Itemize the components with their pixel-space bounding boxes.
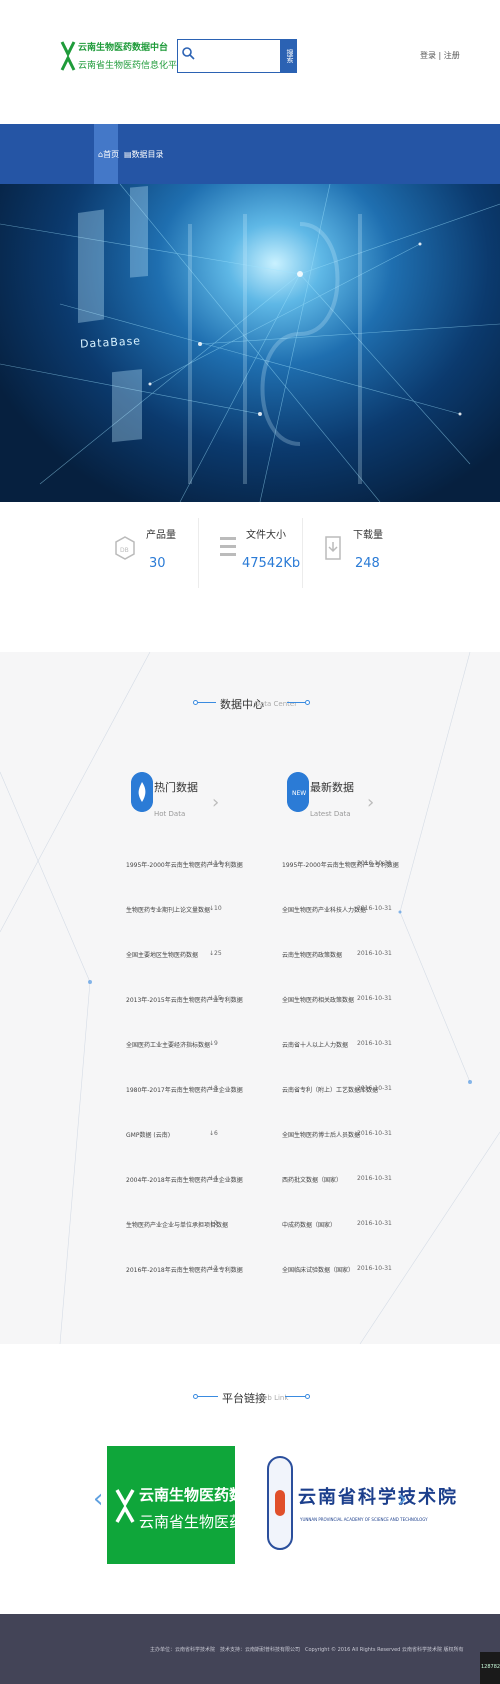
nav-home-label[interactable]: ⌂首页 <box>98 149 119 160</box>
latest-row-date: 2016-10-31 <box>357 1175 392 1182</box>
hot-row-count: ↓10 <box>209 905 222 912</box>
search-input[interactable] <box>196 42 282 72</box>
hot-data-subtitle: Hot Data <box>154 810 186 818</box>
heading-line <box>198 702 216 703</box>
web-link-subtitle: / Web Link <box>252 1394 289 1402</box>
main-nav <box>0 124 500 184</box>
latest-row-date: 2016-10-31 <box>357 860 392 867</box>
hot-row-count: ↓4 <box>209 1175 218 1182</box>
hot-row-name[interactable]: 全国医药工业主要经济指标数据 <box>126 1040 210 1049</box>
latest-row-date: 2016-10-31 <box>357 995 392 1002</box>
login-register-link[interactable]: 登录 | 注册 <box>420 50 460 61</box>
visitor-counter-text: 1287826 <box>481 1664 500 1670</box>
hot-row-count: ↓9 <box>209 1040 218 1047</box>
hot-row-count: ↓2 <box>209 1265 218 1272</box>
new-data-icon: NEW <box>287 772 309 812</box>
link-yunnan-biomed-platform[interactable]: 云南生物医药数据中台 云南省生物医药信息化平台 <box>107 1446 319 1564</box>
latest-row-name[interactable]: 全国生物医药产业科技人力数据 <box>282 905 366 914</box>
hot-row-name[interactable]: 1980年-2017年云南生物医药产业企业数据 <box>126 1085 243 1094</box>
hero-banner: DataBase <box>0 184 500 502</box>
nav-item-data-catalog[interactable]: ▤数据目录 <box>124 149 164 160</box>
hot-row-name[interactable]: 全国主要地区生物医药数据 <box>126 950 198 959</box>
heading-line <box>287 702 305 703</box>
latest-row-name[interactable]: 全国临床试验数据（国家） <box>282 1265 354 1274</box>
logo-subtitle: 云南省生物医药信息化平台 <box>78 61 187 71</box>
stat-value-downloads: 248 <box>355 556 380 571</box>
stat-value-filesize: 47542Kb <box>242 556 301 571</box>
hot-data-title: 热门数据 <box>154 781 198 794</box>
stat-label-filesize: 文件大小 <box>246 530 286 541</box>
hot-row-count: ↓8 <box>209 1085 218 1092</box>
svg-text:NEW: NEW <box>292 790 306 797</box>
hot-row-name[interactable]: 2016年-2018年云南生物医药产业专利数据 <box>126 1265 243 1274</box>
latest-data-more-chevron-icon[interactable]: › <box>367 792 374 813</box>
latest-data-subtitle: Latest Data <box>310 810 351 818</box>
hot-row-count: ↓6 <box>209 1130 218 1137</box>
hot-row-name[interactable]: 1995年-2000年云南生物医药产业专利数据 <box>126 860 243 869</box>
fire-icon <box>131 772 153 812</box>
footer-copyright: 主办单位：云南省科学技术院 技术支持：云南斯耐普科技有限公司 Copyright… <box>150 1647 464 1653</box>
latest-row-name[interactable]: 云南省十人以上人力数据 <box>282 1040 348 1049</box>
latest-row-name[interactable]: 中成药数据（国家） <box>282 1220 336 1229</box>
latest-row-date: 2016-10-31 <box>357 1040 392 1047</box>
hot-row-count: ↓15 <box>209 995 222 1002</box>
data-center-section <box>0 652 500 1344</box>
stat-divider <box>302 518 303 588</box>
academy-seal-center <box>275 1490 285 1516</box>
latest-row-date: 2016-10-31 <box>357 1085 392 1092</box>
stat-label-downloads: 下载量 <box>353 530 383 541</box>
latest-row-date: 2016-10-31 <box>357 905 392 912</box>
latest-data-title: 最新数据 <box>310 781 354 794</box>
download-icon <box>325 536 341 560</box>
academy-name-cn: 云南省科学技术院 <box>298 1487 458 1508</box>
hot-row-count: ↓14 <box>209 860 222 867</box>
hot-row-count: ↓25 <box>209 950 222 957</box>
latest-row-name[interactable]: 西药批文数据（国家） <box>282 1175 342 1184</box>
search-button[interactable]: 搜索 <box>281 39 297 73</box>
hot-row-name[interactable]: 2013年-2015年云南生物医药产业专利数据 <box>126 995 243 1004</box>
data-icon: DB <box>115 536 135 560</box>
network-graphic <box>0 184 500 502</box>
platform-logo-icon <box>115 1489 135 1523</box>
hot-row-name[interactable]: 2004年-2018年云南生物医药产业企业数据 <box>126 1175 243 1184</box>
logo-title: 云南生物医药数据中台 <box>78 43 169 53</box>
list-icon <box>220 537 236 556</box>
document-icon: ▤ <box>124 150 132 159</box>
latest-row-name[interactable]: 云南生物医药政策数据 <box>282 950 342 959</box>
carousel-next-icon[interactable]: › <box>397 1484 407 1514</box>
hot-row-name[interactable]: 生物医药专业期刊上论文量数据 <box>126 905 210 914</box>
latest-row-date: 2016-10-31 <box>357 1130 392 1137</box>
svg-text:DB: DB <box>120 547 129 554</box>
stat-value-products: 30 <box>149 556 166 571</box>
latest-row-date: 2016-10-31 <box>357 1265 392 1272</box>
latest-row-name[interactable]: 全国生物医药相关政策数据 <box>282 995 354 1004</box>
latest-row-date: 2016-10-31 <box>357 1220 392 1227</box>
stat-label-products: 产品量 <box>146 530 176 541</box>
search-icon <box>182 47 195 60</box>
hot-row-count: ↓2 <box>209 1220 218 1227</box>
hot-row-name[interactable]: GMP数据 (云南) <box>126 1130 170 1139</box>
heading-line <box>285 1396 305 1397</box>
hot-data-more-chevron-icon[interactable]: › <box>212 792 219 813</box>
stat-divider <box>198 518 199 588</box>
logo-icon[interactable] <box>60 38 76 74</box>
academy-name-en: YUNNAN PROVINCIAL ACADEMY OF SCIENCE AND… <box>300 1517 428 1522</box>
latest-row-name[interactable]: 全国生物医药博士后人员数据 <box>282 1130 360 1139</box>
heading-dot <box>305 700 310 705</box>
carousel-prev-icon[interactable]: ‹ <box>93 1484 103 1514</box>
latest-row-date: 2016-10-31 <box>357 950 392 957</box>
heading-dot <box>305 1394 310 1399</box>
heading-line <box>198 1396 218 1397</box>
decorative-network <box>0 652 500 1344</box>
